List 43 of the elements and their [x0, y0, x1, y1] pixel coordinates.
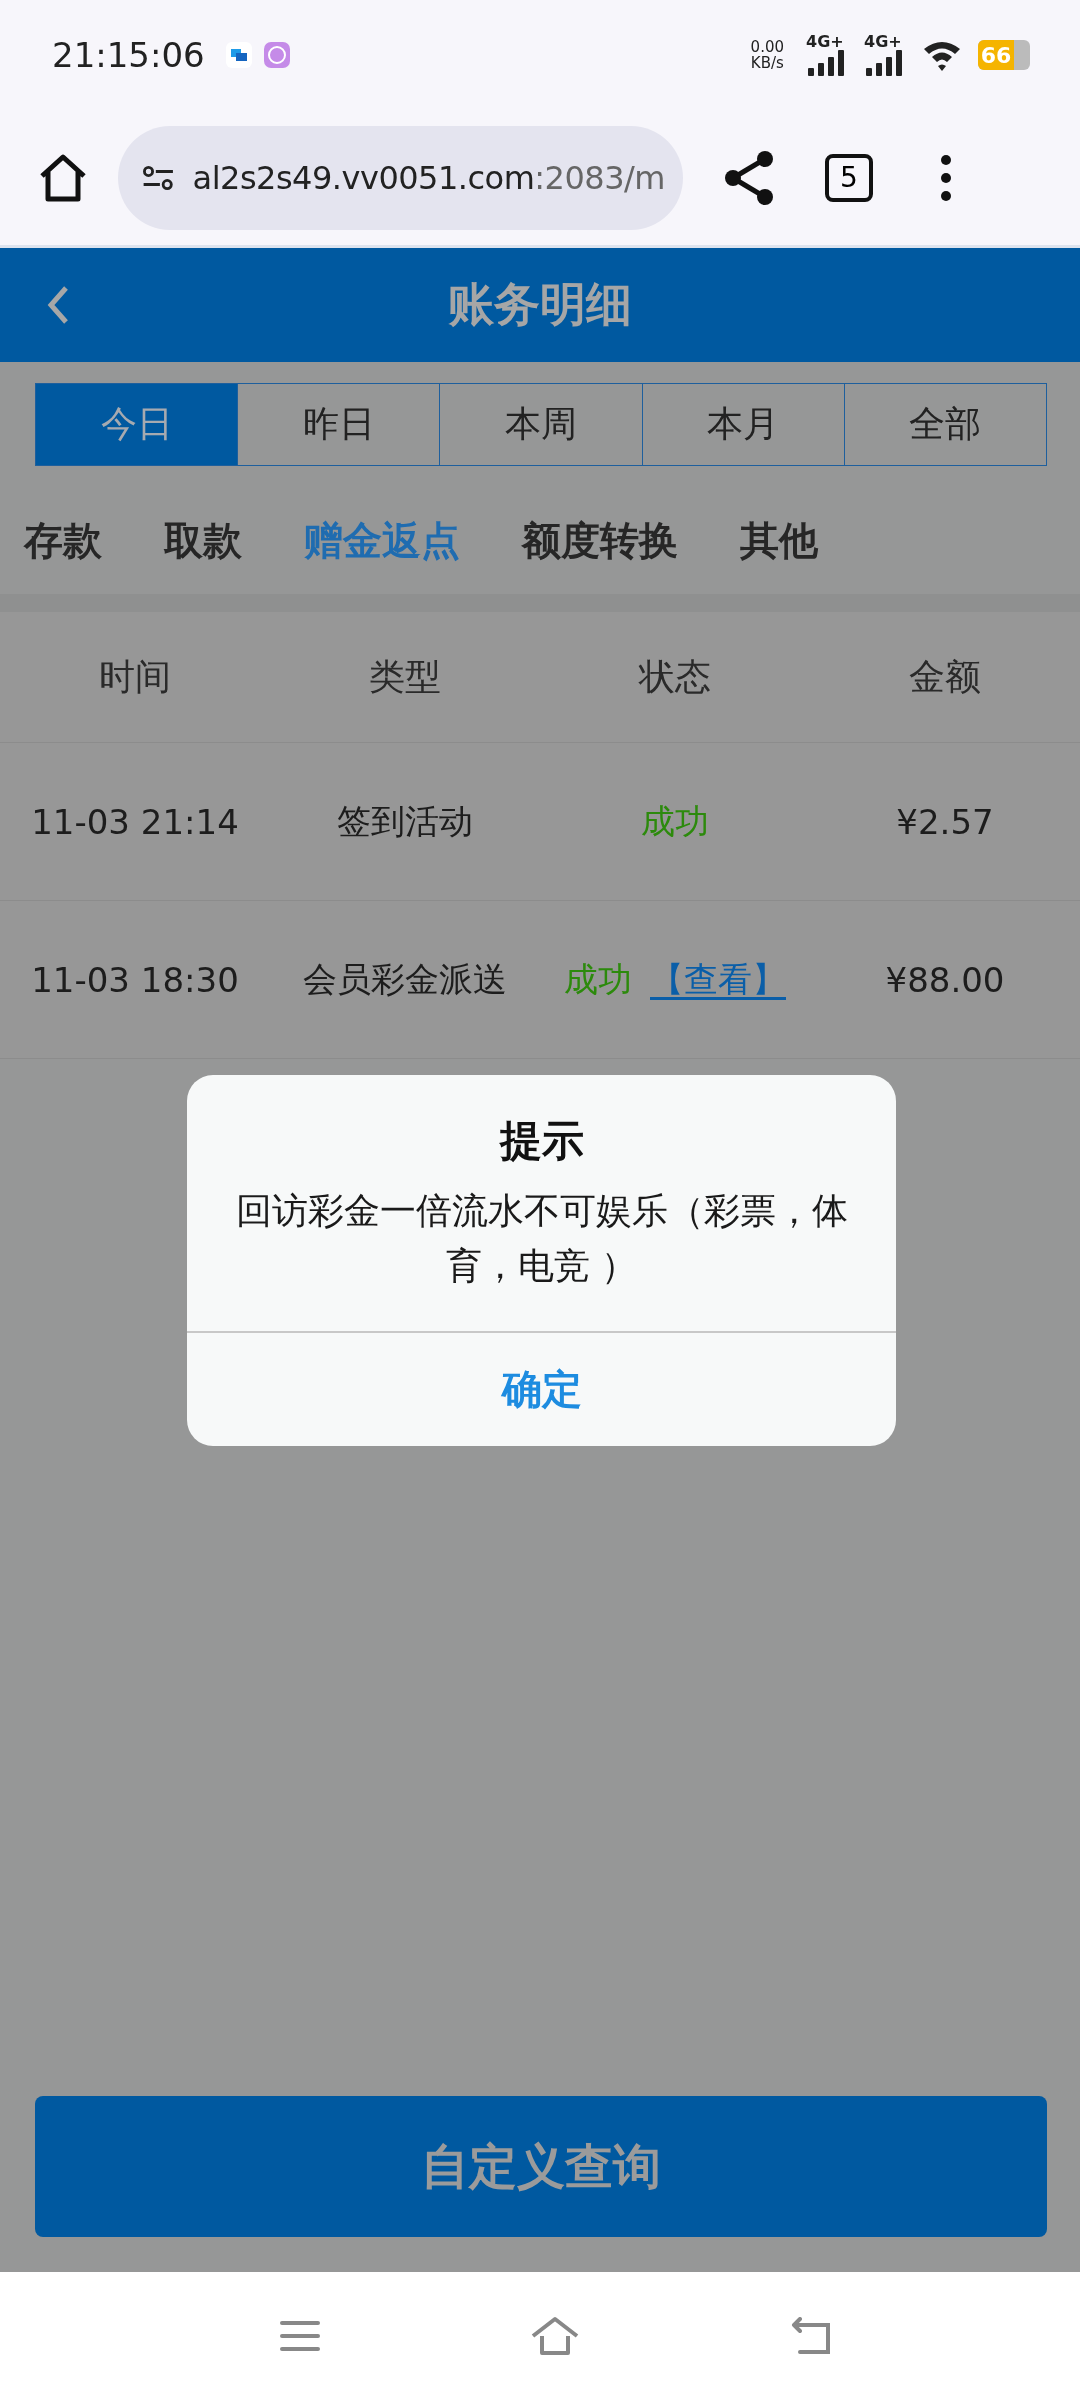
- wifi-icon: [922, 39, 962, 71]
- chat-app-icon: [224, 41, 253, 69]
- category-tab[interactable]: 存款: [24, 514, 102, 568]
- tab-count-button[interactable]: 5: [825, 153, 873, 202]
- menu-icon[interactable]: [280, 2320, 320, 2352]
- period-tab[interactable]: 本周: [439, 384, 642, 465]
- table-cell-text: 签到活动: [337, 799, 473, 843]
- more-menu-icon[interactable]: [939, 153, 953, 202]
- column-header: 金额: [909, 654, 981, 699]
- network-speed: 0.00 KB/s: [750, 38, 784, 72]
- period-tab[interactable]: 本月: [641, 384, 844, 465]
- page-title: 账务明细: [448, 276, 632, 333]
- signal-icon: [864, 50, 904, 76]
- category-tab[interactable]: 额度转换: [522, 514, 678, 568]
- table-cell-text: 会员彩金派送: [303, 957, 507, 1001]
- signal-icon: [806, 50, 846, 76]
- column-header: 时间: [99, 654, 171, 699]
- column-header: 状态: [639, 654, 711, 699]
- dialog-message: 回访彩金一倍流水不可娱乐（彩票，体育，电竞 ）: [234, 1189, 849, 1288]
- back-icon[interactable]: [790, 2317, 832, 2355]
- table-cell: 11-03 18:30: [31, 959, 239, 1000]
- table-cell: ¥88.00: [885, 959, 1005, 1000]
- period-tab[interactable]: 今日: [36, 384, 238, 465]
- app-icon: [262, 41, 291, 69]
- status-text: 成功: [564, 957, 632, 1001]
- column-header: 类型: [369, 654, 441, 699]
- status-text: 成功: [641, 799, 709, 843]
- confirm-button[interactable]: 确定: [187, 1331, 896, 1446]
- period-tab[interactable]: 全部: [843, 384, 1046, 465]
- network-type: 4G+: [806, 34, 844, 50]
- share-icon[interactable]: [723, 150, 775, 205]
- network-type: 4G+: [864, 34, 902, 50]
- battery-icon: 66: [978, 40, 1030, 70]
- table-cell: ¥2.57: [896, 801, 994, 842]
- back-icon[interactable]: [46, 285, 70, 325]
- period-tab[interactable]: 昨日: [237, 384, 440, 465]
- home-icon[interactable]: [38, 153, 88, 202]
- dialog-title: 提示: [499, 1115, 584, 1167]
- category-tab[interactable]: 其他: [740, 514, 818, 568]
- address-bar[interactable]: al2s2s49.vv0051.com:2083/m: [118, 125, 683, 230]
- category-tab[interactable]: 取款: [164, 514, 242, 568]
- status-time: 21:15:06: [52, 35, 205, 75]
- table-cell: 11-03 21:14: [31, 801, 239, 842]
